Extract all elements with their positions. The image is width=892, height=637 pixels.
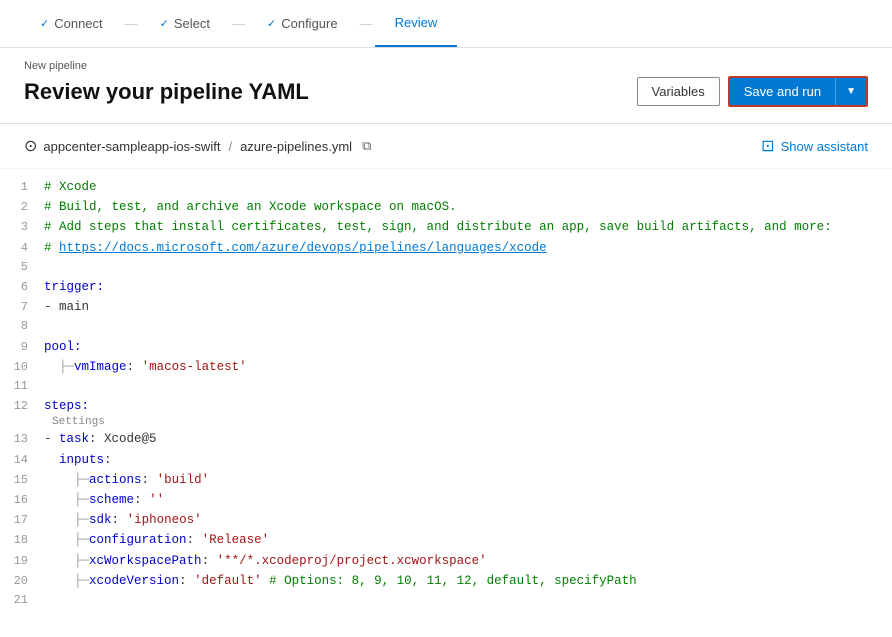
code-line-12: 12 steps:: [0, 396, 892, 416]
nav-item-review[interactable]: Review: [375, 0, 458, 47]
check-icon-3: ✓: [267, 17, 276, 30]
code-line-1: 1 # Xcode: [0, 177, 892, 197]
nav-select-label: Select: [174, 16, 210, 31]
code-line-18: 18 ├─configuration: 'Release': [0, 530, 892, 550]
line-content-13: - task: Xcode@5: [44, 429, 157, 449]
line-content-4-link: https://docs.microsoft.com/azure/devops/…: [59, 238, 547, 258]
nav-separator-3: —: [358, 16, 375, 31]
nav-separator-1: —: [123, 16, 140, 31]
code-line-5: 5: [0, 258, 892, 277]
nav-item-configure[interactable]: ✓ Configure: [247, 0, 358, 47]
line-num-20: 20: [8, 572, 44, 591]
file-path-section: ⊙ appcenter-sampleapp-ios-swift / azure-…: [0, 124, 892, 169]
line-num-9: 9: [8, 338, 44, 357]
code-line-16: 16 ├─scheme: '': [0, 490, 892, 510]
line-content-10: ├─vmImage: 'macos-latest': [44, 357, 247, 377]
line-content-4-prefix: #: [44, 238, 59, 258]
save-run-group: Save and run ▼: [728, 76, 868, 107]
line-num-11: 11: [8, 377, 44, 396]
nav-item-connect[interactable]: ✓ Connect: [20, 0, 123, 47]
line-content-3: # Add steps that install certificates, t…: [44, 217, 832, 237]
line-content-15: ├─actions: 'build': [44, 470, 209, 490]
header-row: Review your pipeline YAML Variables Save…: [24, 76, 868, 107]
line-num-14: 14: [8, 451, 44, 470]
github-icon: ⊙: [24, 136, 37, 156]
line-num-7: 7: [8, 298, 44, 317]
settings-label: Settings: [0, 416, 892, 429]
line-num-5: 5: [8, 258, 44, 277]
header-section: New pipeline Review your pipeline YAML V…: [0, 48, 892, 124]
code-line-17: 17 ├─sdk: 'iphoneos': [0, 510, 892, 530]
code-line-7: 7 - main: [0, 297, 892, 317]
nav-connect-label: Connect: [54, 16, 102, 31]
file-path: ⊙ appcenter-sampleapp-ios-swift / azure-…: [24, 136, 371, 156]
header-buttons: Variables Save and run ▼: [637, 76, 868, 107]
line-content-9: pool:: [44, 337, 82, 357]
code-editor: 1 # Xcode 2 # Build, test, and archive a…: [0, 169, 892, 618]
line-content-6: trigger:: [44, 277, 104, 297]
check-icon: ✓: [40, 17, 49, 30]
check-icon-2: ✓: [160, 17, 169, 30]
line-content-2: # Build, test, and archive an Xcode work…: [44, 197, 457, 217]
line-content-14: inputs:: [44, 450, 112, 470]
save-run-dropdown-button[interactable]: ▼: [835, 78, 866, 105]
page-title: Review your pipeline YAML: [24, 79, 309, 105]
code-line-10: 10 ├─vmImage: 'macos-latest': [0, 357, 892, 377]
line-num-2: 2: [8, 198, 44, 217]
line-content-7: - main: [44, 297, 89, 317]
line-num-19: 19: [8, 552, 44, 571]
line-num-4: 4: [8, 239, 44, 258]
line-content-20: ├─xcodeVersion: 'default' # Options: 8, …: [44, 571, 637, 591]
nav-configure-label: Configure: [281, 16, 337, 31]
show-assistant-label: Show assistant: [781, 139, 868, 154]
variables-button[interactable]: Variables: [637, 77, 720, 106]
line-num-13: 13: [8, 430, 44, 449]
code-line-4: 4 # https://docs.microsoft.com/azure/dev…: [0, 238, 892, 258]
line-num-17: 17: [8, 511, 44, 530]
code-line-8: 8: [0, 317, 892, 336]
assistant-icon: ⊡: [761, 136, 774, 156]
nav-separator-2: —: [230, 16, 247, 31]
line-content-1: # Xcode: [44, 177, 97, 197]
repo-name: appcenter-sampleapp-ios-swift: [43, 139, 220, 154]
copy-icon[interactable]: ⧉: [362, 138, 371, 154]
line-num-21: 21: [8, 591, 44, 610]
code-line-2: 2 # Build, test, and archive an Xcode wo…: [0, 197, 892, 217]
line-content-19: ├─xcWorkspacePath: '**/*.xcodeproj/proje…: [44, 551, 487, 571]
code-line-15: 15 ├─actions: 'build': [0, 470, 892, 490]
line-num-10: 10: [8, 358, 44, 377]
nav-review-label: Review: [395, 15, 438, 30]
line-num-3: 3: [8, 218, 44, 237]
top-nav: ✓ Connect — ✓ Select — ✓ Configure — Rev…: [0, 0, 892, 48]
code-line-3: 3 # Add steps that install certificates,…: [0, 217, 892, 237]
code-line-13: 13 - task: Xcode@5: [0, 429, 892, 449]
line-content-16: ├─scheme: '': [44, 490, 164, 510]
line-num-6: 6: [8, 278, 44, 297]
line-content-12: steps:: [44, 396, 89, 416]
code-line-6: 6 trigger:: [0, 277, 892, 297]
code-line-11: 11: [0, 377, 892, 396]
line-num-12: 12: [8, 397, 44, 416]
code-line-21: 21: [0, 591, 892, 610]
line-num-18: 18: [8, 531, 44, 550]
line-num-8: 8: [8, 317, 44, 336]
breadcrumb: New pipeline: [24, 60, 868, 72]
nav-item-select[interactable]: ✓ Select: [140, 0, 230, 47]
code-line-20: 20 ├─xcodeVersion: 'default' # Options: …: [0, 571, 892, 591]
line-num-16: 16: [8, 491, 44, 510]
show-assistant-button[interactable]: ⊡ Show assistant: [761, 136, 868, 156]
code-line-9: 9 pool:: [0, 337, 892, 357]
path-separator: /: [228, 139, 232, 154]
line-num-15: 15: [8, 471, 44, 490]
code-line-14: 14 inputs:: [0, 450, 892, 470]
save-and-run-button[interactable]: Save and run: [730, 78, 835, 105]
code-line-19: 19 ├─xcWorkspacePath: '**/*.xcodeproj/pr…: [0, 551, 892, 571]
filename: azure-pipelines.yml: [240, 139, 352, 154]
line-content-17: ├─sdk: 'iphoneos': [44, 510, 202, 530]
line-num-1: 1: [8, 178, 44, 197]
line-content-18: ├─configuration: 'Release': [44, 530, 269, 550]
chevron-down-icon: ▼: [846, 86, 856, 97]
